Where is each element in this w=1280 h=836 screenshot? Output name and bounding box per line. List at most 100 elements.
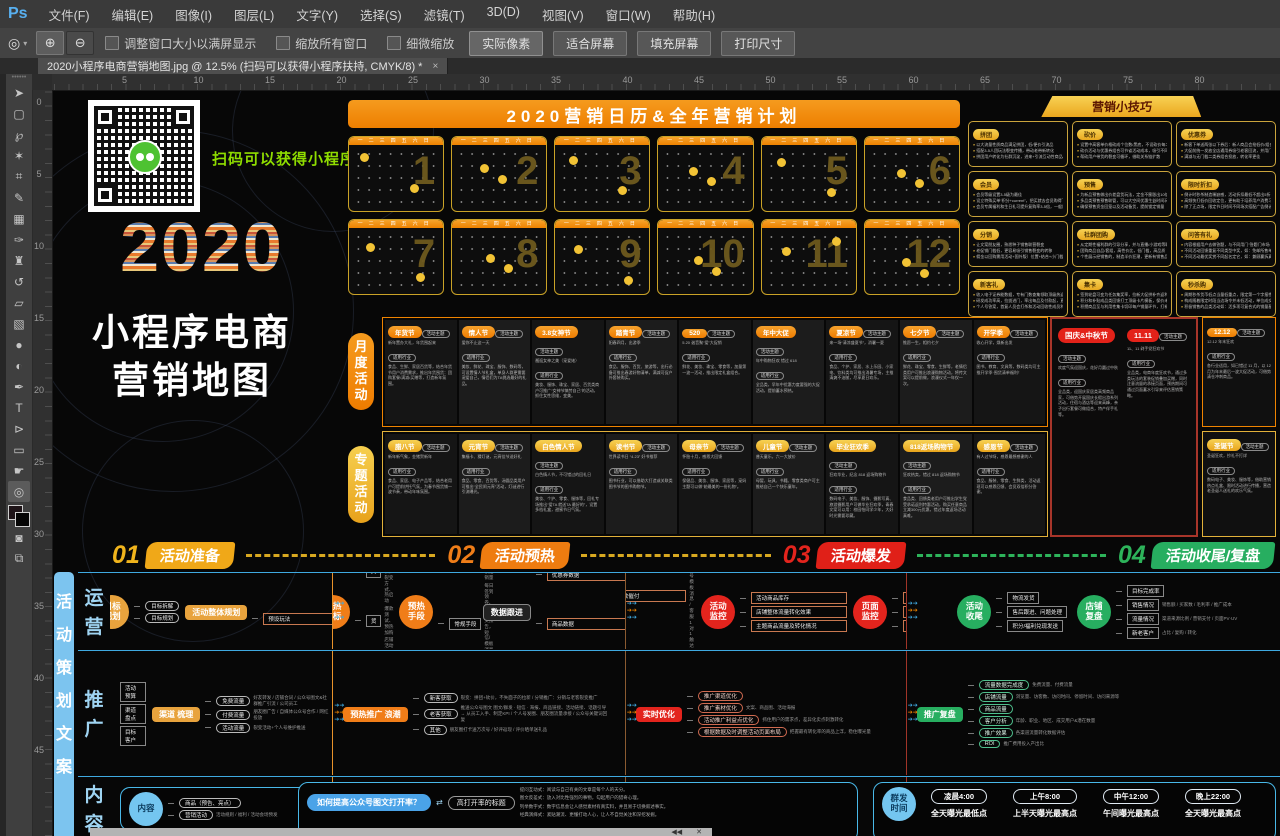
zoom-out-button[interactable]: ⊖	[66, 31, 94, 55]
tip-label: 预售	[1077, 179, 1103, 190]
monthly-card-3: 踏青节活动主题阳春四月，出游季适用行业食品、服饰、百货、旅游等，出行必备可推出春…	[606, 320, 678, 424]
healing-brush-tool[interactable]: ▦	[8, 208, 30, 229]
shape-tool[interactable]: ▭	[8, 439, 30, 460]
menu-item-9[interactable]: 窗口(W)	[595, 5, 662, 24]
phase-number-02: 02	[447, 541, 475, 570]
checkbox-icon[interactable]	[105, 36, 119, 50]
move-tool[interactable]: ➤	[8, 82, 30, 103]
flow-branch: 补货商品库存标识	[892, 620, 906, 632]
crop-tool[interactable]: ⌗	[8, 166, 30, 187]
eyedropper-tool[interactable]: ✎	[8, 187, 30, 208]
gradient-tool[interactable]: ▧	[8, 313, 30, 334]
document-canvas[interactable]: 扫码可以获得小程序扶持 2020 小程序电商 营销地图 2020营销日历&全年营…	[52, 90, 1280, 836]
row-label-char: 营	[84, 612, 103, 639]
menu-item-4[interactable]: 文字(Y)	[285, 5, 349, 24]
option-checkbox-0[interactable]: 调整窗口大小以满屏显示	[105, 35, 256, 52]
flow-branch: 根据转化情况调整页面商品	[892, 606, 906, 618]
flow-children: 人新老客触达、蓄水拉新，裂变方式、热启动货爆款测试、预热加购场店铺活动氛围 / …	[355, 573, 394, 649]
option-button-1[interactable]: 适合屏幕	[553, 31, 627, 56]
panel-grip[interactable]: ••••••	[12, 74, 27, 82]
flow-children: 商品（预告、亮点）营销活动活动规则 / 福利 / 活动会场预发	[168, 798, 278, 820]
highlight-date-dot	[689, 167, 698, 176]
calendar-month-number: 5	[826, 151, 848, 191]
brush-tool[interactable]: ✑	[8, 229, 30, 250]
eraser-tool[interactable]: ▱	[8, 292, 30, 313]
industry-text: 全品类，电商年度狂欢节，通过多类玩法的套装促销叠加买赠，同时注意流量的承接页面，…	[1127, 370, 1190, 399]
path-select-tool[interactable]: ⊳	[8, 418, 30, 439]
clone-stamp-tool[interactable]: ♜	[8, 250, 30, 271]
ruler-mark: 0	[34, 98, 44, 107]
menu-item-5[interactable]: 选择(S)	[349, 5, 413, 24]
hand-tool[interactable]: ☛	[8, 460, 30, 481]
theme-text: 集福卡、猜灯谜，元宵佳节送好礼	[462, 454, 528, 460]
menu-item-2[interactable]: 图像(I)	[164, 5, 223, 24]
color-swatches[interactable]	[8, 505, 30, 527]
flow-node-wrap: 活动商品库存	[751, 592, 847, 604]
option-button-3[interactable]: 打印尺寸	[721, 31, 795, 56]
tab-close-icon[interactable]: ×	[432, 61, 438, 72]
pill-char: 活	[354, 372, 367, 387]
industry-tag: 适用行业	[609, 354, 637, 362]
calendar-month-number: 4	[722, 151, 744, 191]
flow-node-wrap: 新老客户占比 / 复购 / 转化	[1127, 627, 1197, 639]
flow-node-wrap: 优惠券数据领券数 / 使用数 / 转化率	[547, 573, 625, 607]
flow-node: 店铺流量	[979, 692, 1013, 702]
option-checkbox-1[interactable]: 缩放所有窗口	[276, 35, 367, 52]
menu-item-3[interactable]: 图层(L)	[223, 5, 285, 24]
zoom-in-button[interactable]: ⊕	[36, 31, 64, 55]
monthly-activities-label: 月度活动	[348, 333, 374, 410]
flow-node-wrap: 推广素材优化文案、商品图、活动海报	[698, 703, 796, 713]
flow-children: 物流发货售后跟进、问题处理积分/福利兑现发送	[996, 592, 1067, 632]
arrow: ➔➔	[334, 601, 344, 607]
flow-branch: 店铺整体流量转化效果	[740, 606, 847, 618]
quick-mask[interactable]: ◙	[8, 527, 30, 548]
zoom-tool[interactable]: ◎	[8, 481, 30, 502]
flow-arrows-icon: ➔➔➔➔➔➔	[334, 703, 344, 723]
background-color[interactable]	[15, 512, 30, 527]
strip-char: 动	[56, 621, 72, 645]
document-tab[interactable]: 2020小程序电商营销地图.jpg @ 12.5% (扫码可以获得小程序扶持, …	[38, 58, 448, 74]
window-close-icon[interactable]: ✕	[696, 829, 702, 836]
flow-children: 活动商品库存店铺整体流量转化效果主题商品流量及转化情况	[740, 592, 847, 632]
theme-text: 普天童乐，六一大放价	[756, 454, 822, 460]
flow-node: 实时优化	[636, 707, 682, 722]
flow-node-wrap: 推广效果各渠道流量转化数据评估	[979, 728, 1066, 738]
magic-wand-tool[interactable]: ✶	[8, 145, 30, 166]
industry-text: 保健品、美妆、服饰、家居等，宠妈主题可以做“她最美的一份礼物”。	[682, 478, 748, 490]
flow-node-wrap: 主题商品流量及转化情况	[751, 620, 847, 632]
menu-item-6[interactable]: 滤镜(T)	[413, 5, 476, 24]
option-button-2[interactable]: 填充屏幕	[637, 31, 711, 56]
lasso-tool[interactable]: ℘	[8, 124, 30, 145]
menu-item-7[interactable]: 3D(D)	[476, 5, 531, 24]
history-brush-tool[interactable]: ↺	[8, 271, 30, 292]
menu-item-0[interactable]: 文件(F)	[38, 5, 101, 24]
menu-item-10[interactable]: 帮助(H)	[662, 5, 726, 24]
scroll-nav-icon[interactable]: ◀◀	[671, 829, 682, 836]
checkbox-icon[interactable]	[387, 36, 401, 50]
checkbox-icon[interactable]	[276, 36, 290, 50]
ruler-mark: 55	[837, 75, 847, 85]
dodge-tool[interactable]: ◐	[8, 355, 30, 376]
menu-item-8[interactable]: 视图(V)	[531, 5, 595, 24]
flow-branch: 新老客户占比 / 复购 / 转化	[1116, 627, 1237, 639]
option-button-0[interactable]: 实际像素	[469, 31, 543, 56]
marquee-tool[interactable]: ▢	[8, 103, 30, 124]
calendar-month-number: 9	[619, 234, 641, 274]
zoom-tool-preset[interactable]: ◎ ▾	[0, 35, 35, 52]
industry-text: 各行业适用，如已错过 11 月，以 12 月为年末最后一波大促活动，可借势清仓冲…	[1207, 363, 1271, 380]
ruler-mark: 65	[980, 75, 990, 85]
screen-mode[interactable]: ⧉	[8, 548, 30, 569]
blur-tool[interactable]: ●	[8, 334, 30, 355]
theme-tag: 活动主题	[495, 444, 523, 452]
ruler-mark: 40	[623, 75, 633, 85]
option-checkbox-2[interactable]: 细微缩放	[387, 35, 454, 52]
pen-tool[interactable]: ✒	[8, 376, 30, 397]
menu-item-1[interactable]: 编辑(E)	[101, 5, 165, 24]
type-tool[interactable]: T	[8, 397, 30, 418]
industry-tag: 适用行业	[682, 468, 710, 476]
flow-node-wrap: 新客获取裂变：拼团+砍价，不失面子的拉新 / 分销推广：分销与老客裂变推广	[424, 693, 598, 703]
flow-arrows-icon: ➔➔➔➔➔➔	[334, 601, 344, 621]
window-bottom-scrollbar[interactable]: ◀◀ ✕	[90, 828, 712, 836]
theme-text: 圣诞狂欢，抄礼不打烊	[1207, 453, 1271, 459]
ruler-mark: 30	[34, 530, 44, 539]
